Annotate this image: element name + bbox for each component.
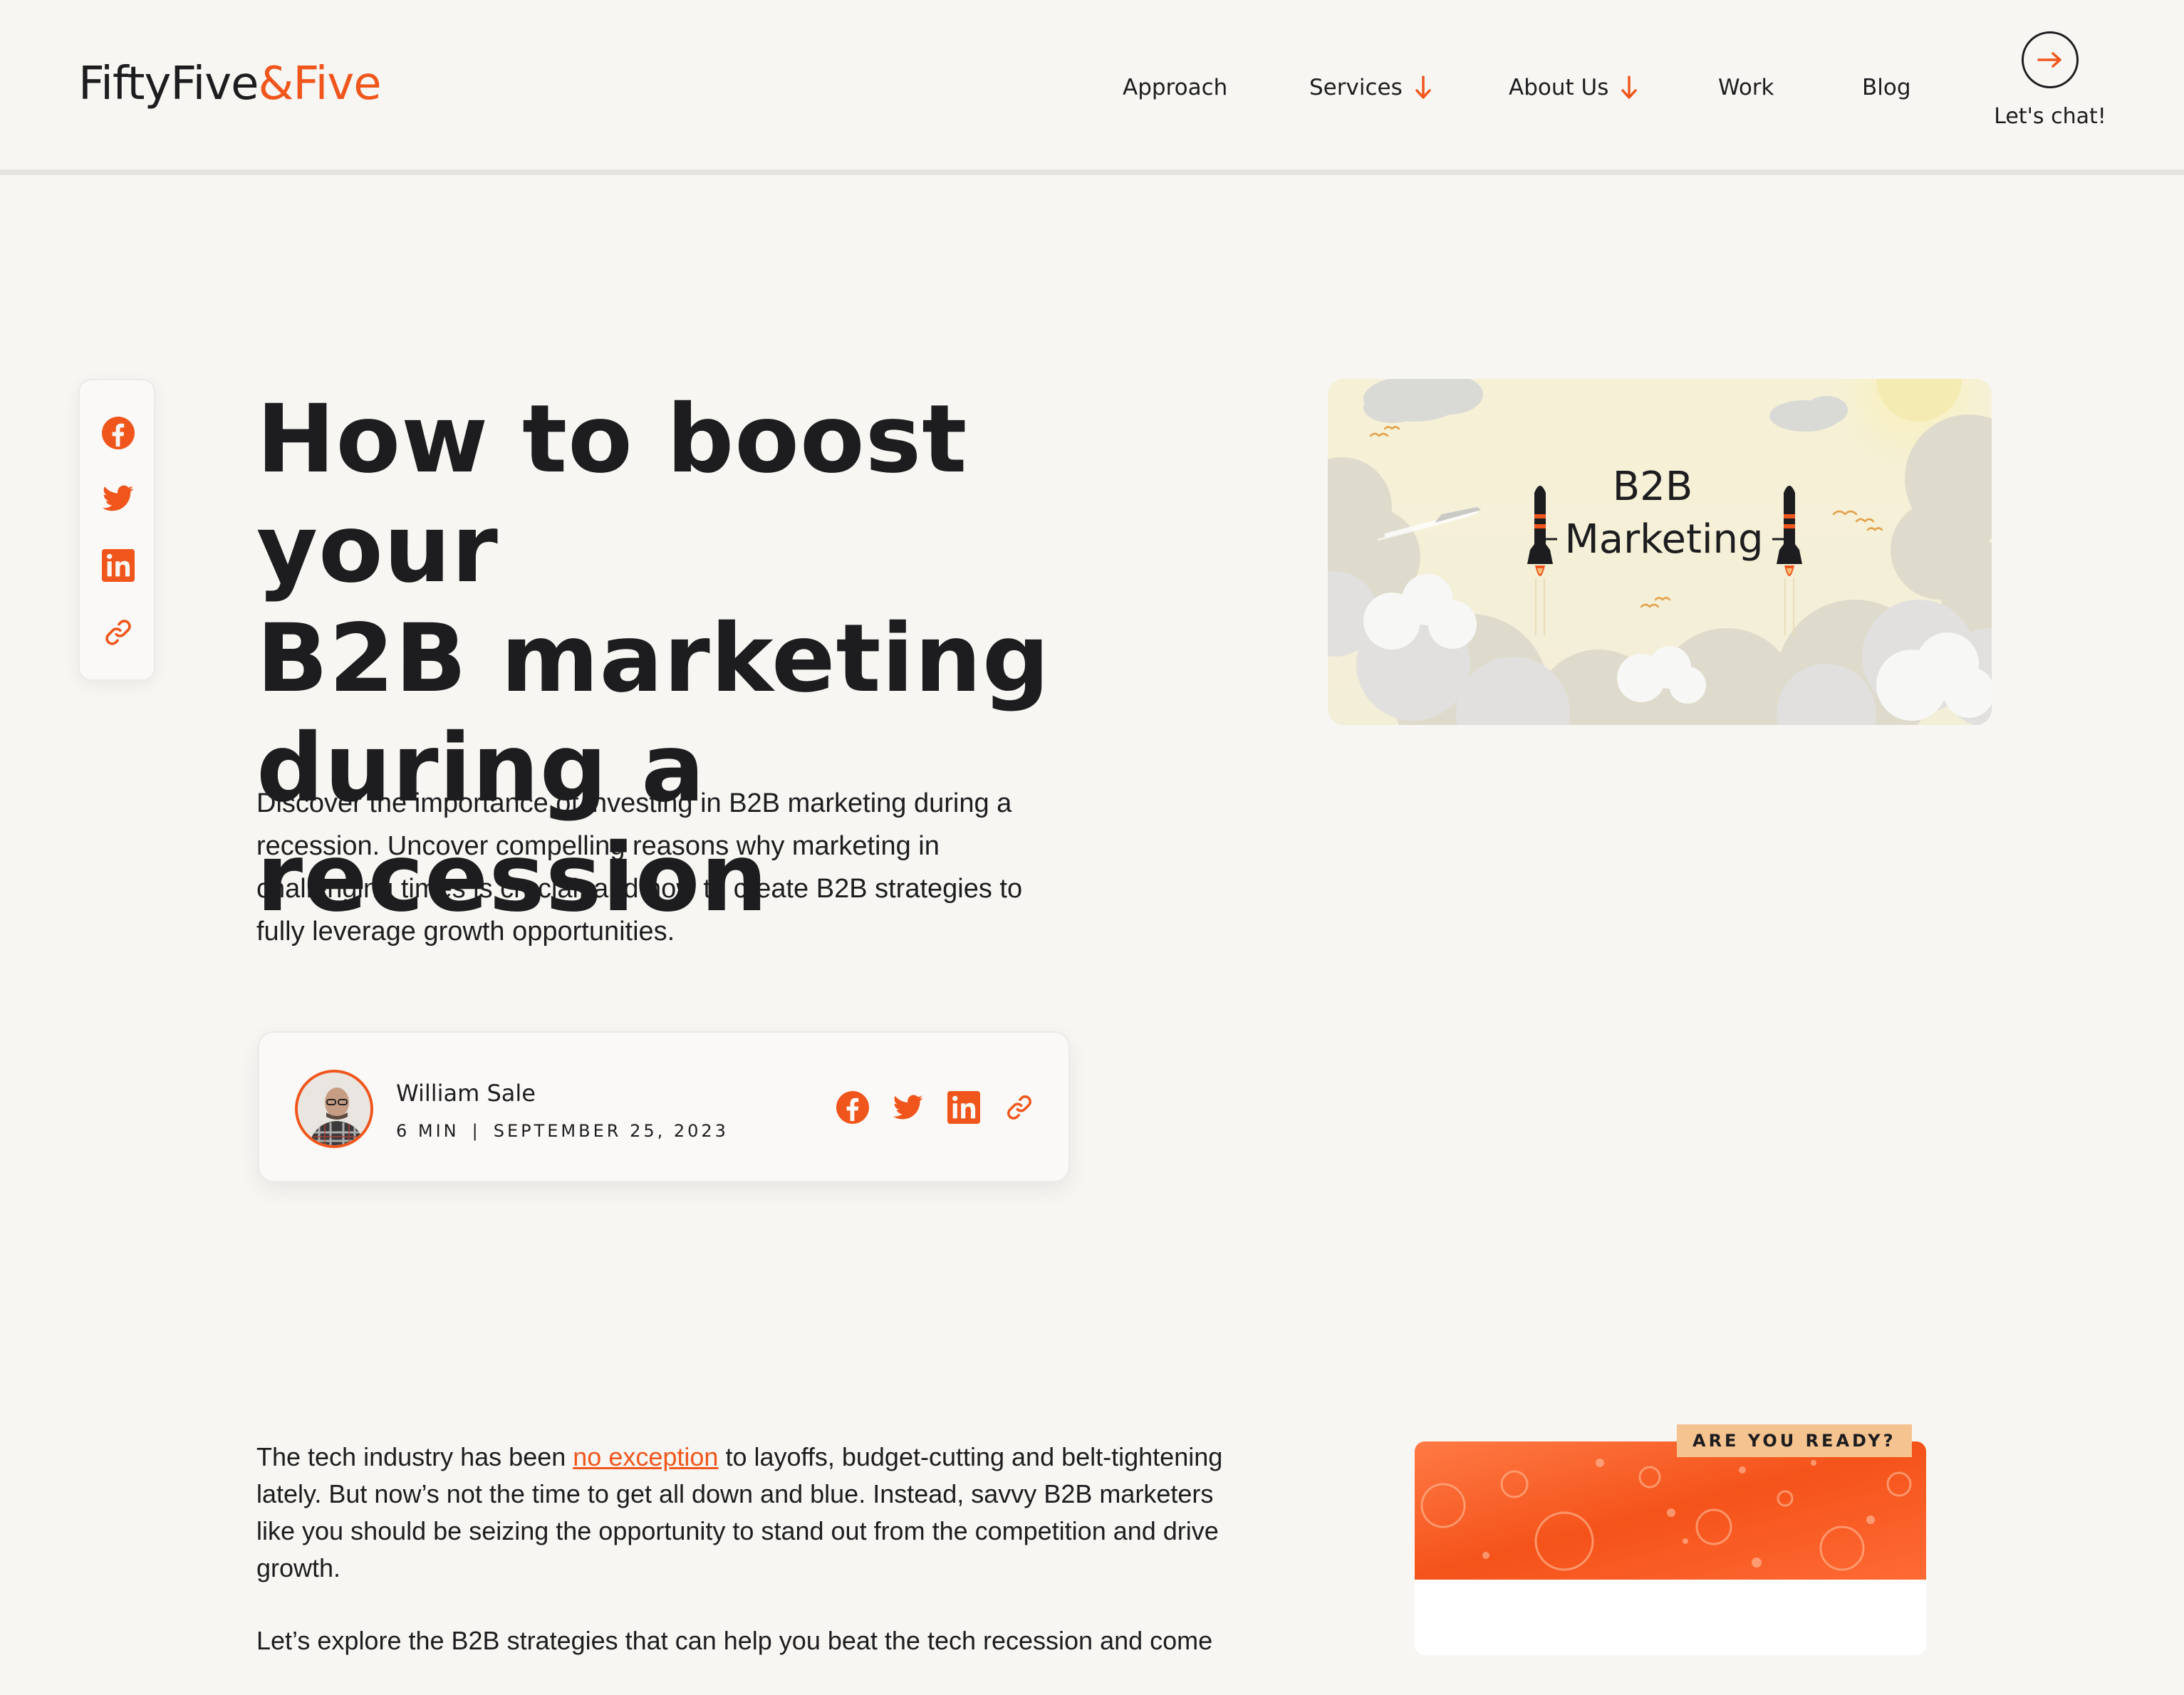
twitter-icon (103, 485, 134, 511)
copy-link-button[interactable] (101, 615, 135, 650)
link-icon (1007, 1095, 1031, 1120)
nav-approach[interactable]: Approach (1123, 70, 1227, 105)
promo-card[interactable] (1415, 1441, 1926, 1655)
article-body: The tech industry has been no exception … (256, 1439, 1225, 1695)
share-twitter-button[interactable] (101, 481, 135, 516)
card-share-linkedin-button[interactable] (946, 1090, 982, 1125)
linkedin-icon (947, 1091, 980, 1124)
link-icon (105, 620, 131, 645)
nav-about-us[interactable]: About Us (1509, 70, 1638, 105)
nav-approach-label: Approach (1123, 75, 1228, 100)
meta-separator: | (472, 1121, 481, 1141)
chat-circle[interactable] (2022, 31, 2079, 88)
nav-blog-label: Blog (1862, 75, 1911, 100)
site-header: FiftyFive&Five Approach Services About U… (0, 0, 2184, 175)
author-card: William Sale 6 MIN | SEPTEMBER 25, 2023 (258, 1031, 1070, 1182)
nav-about-us-label: About Us (1509, 75, 1609, 100)
share-linkedin-button[interactable] (101, 548, 135, 583)
twitter-icon (893, 1095, 923, 1120)
nav-work[interactable]: Work (1718, 70, 1774, 105)
avatar (295, 1070, 373, 1148)
body-paragraph-2: Let’s explore the B2B strategies that ca… (256, 1626, 1213, 1655)
no-exception-link[interactable]: no exception (573, 1442, 718, 1471)
body-paragraph-1: The tech industry has been no exception … (256, 1439, 1225, 1587)
arrow-right-icon (2037, 52, 2061, 68)
facebook-icon (836, 1091, 869, 1124)
nav-blog[interactable]: Blog (1862, 70, 1911, 105)
share-facebook-button[interactable] (101, 416, 135, 450)
promo-tag: ARE YOU READY? (1677, 1424, 1912, 1457)
p1-text-before: The tech industry has been (256, 1442, 573, 1471)
nav-work-label: Work (1718, 75, 1774, 100)
author-photo (298, 1073, 370, 1145)
article-meta: 6 MIN | SEPTEMBER 25, 2023 (396, 1121, 729, 1141)
rockets-illustration: B2B Marketing (1328, 379, 1992, 725)
facebook-icon (102, 417, 135, 449)
hero-illustration: B2B Marketing (1328, 379, 1992, 725)
nav-services[interactable]: Services (1309, 70, 1431, 105)
card-share-twitter-button[interactable] (890, 1090, 926, 1125)
nav-services-label: Services (1309, 75, 1403, 100)
hero-image-text-marketing: Marketing (1564, 516, 1763, 563)
share-rail (78, 379, 155, 681)
article-lead: Discover the importance of investing in … (256, 788, 1023, 946)
arrow-down-icon (1621, 75, 1638, 99)
read-time: 6 MIN (396, 1121, 459, 1141)
card-share-facebook-button[interactable] (835, 1090, 870, 1125)
hero-image-text-b2b: B2B (1613, 464, 1692, 510)
linkedin-icon (102, 549, 135, 582)
lets-chat-button[interactable]: Let's chat! (1993, 31, 2107, 129)
main-nav: Approach Services About Us Work Blog (0, 70, 2184, 105)
author-name[interactable]: William Sale (396, 1080, 536, 1107)
arrow-down-icon (1415, 75, 1431, 99)
title-line-2: B2B marketing (256, 604, 1051, 714)
lets-chat-label: Let's chat! (1994, 104, 2106, 129)
card-copy-link-button[interactable] (1002, 1090, 1037, 1125)
promo-bubbles-image (1415, 1441, 1926, 1580)
publish-date: SEPTEMBER 25, 2023 (493, 1121, 729, 1141)
title-line-1: How to boost your (256, 385, 968, 604)
